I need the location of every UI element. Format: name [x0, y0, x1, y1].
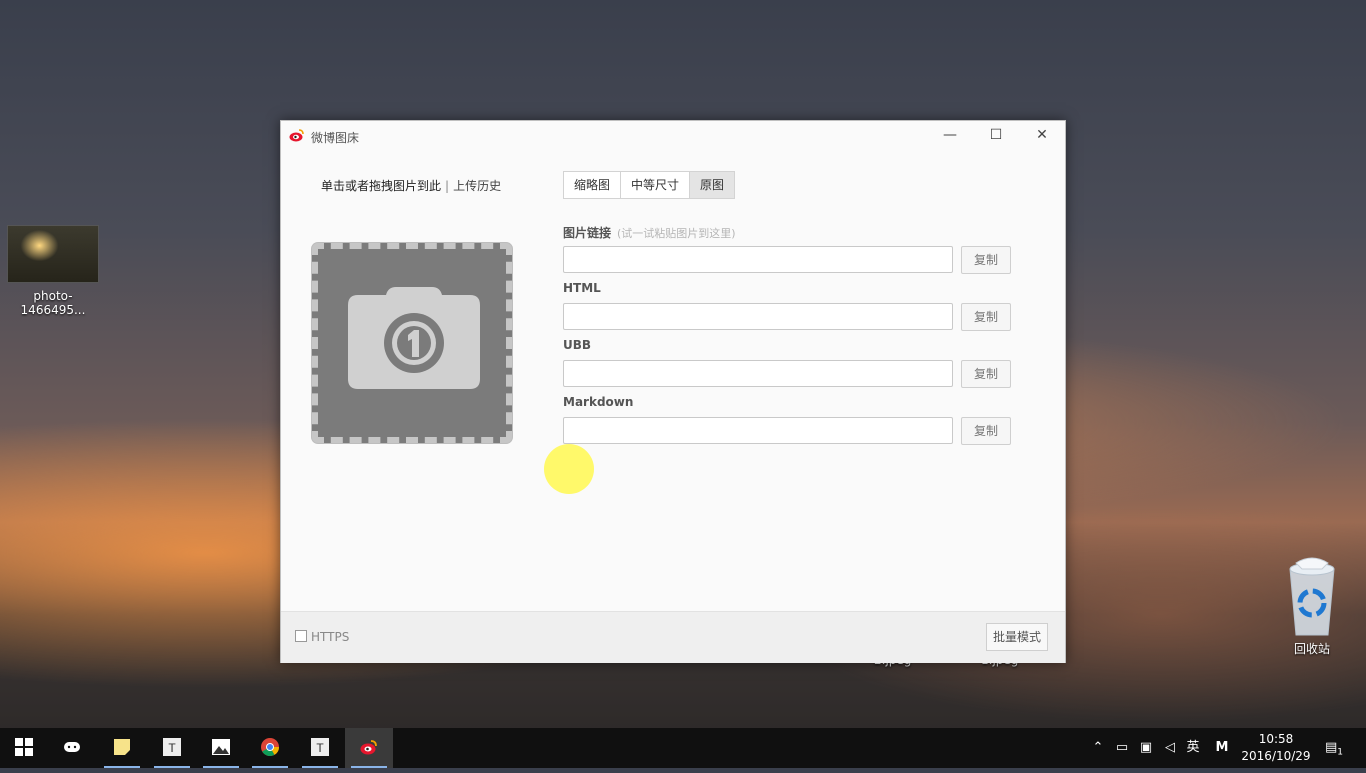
html-field[interactable] [563, 303, 953, 330]
svg-text:T: T [316, 741, 324, 755]
photo-thumbnail [7, 225, 99, 283]
clock-date: 2016/10/29 [1241, 749, 1311, 763]
image-size-tabs: 缩略图 中等尺寸 原图 [563, 171, 736, 199]
ime-mode-indicator[interactable]: M [1212, 728, 1232, 768]
taskbar-photos[interactable] [197, 728, 245, 768]
image-link-field[interactable] [563, 246, 953, 273]
https-checkbox-box[interactable] [295, 630, 307, 642]
system-clock[interactable]: 10:58 2016/10/29 [1236, 731, 1316, 765]
ime-language-indicator[interactable]: 英 [1184, 728, 1202, 768]
taskbar-typora[interactable]: T [148, 728, 196, 768]
taskbar-weibo[interactable] [345, 728, 393, 768]
app-window: 微博图床 — ☐ ✕ 单击或者拖拽图片到此 | 上传历史 缩略图 中等尺寸 原图 图… [280, 120, 1066, 663]
svg-text:T: T [168, 741, 176, 755]
window-footer: HTTPS 批量模式 [281, 611, 1065, 663]
desktop-photo-label: photo-1466495... [20, 289, 86, 317]
upload-history-link[interactable]: 上传历史 [453, 179, 501, 193]
windows-start-icon [15, 738, 33, 756]
image-drop-zone[interactable] [312, 243, 512, 443]
sticky-notes-icon [114, 739, 130, 755]
recycle-bin-label: 回收站 [1293, 642, 1330, 656]
start-button[interactable] [0, 728, 48, 768]
copy-image-link-button[interactable]: 复制 [961, 246, 1011, 274]
typora-icon: T [163, 738, 181, 756]
cortana-button[interactable] [48, 728, 96, 768]
drop-hint-text[interactable]: 单击或者拖拽图片到此 [321, 179, 441, 193]
notification-count: 1 [1337, 747, 1344, 758]
upload-hint: 单击或者拖拽图片到此 | 上传历史 [321, 177, 501, 194]
image-link-label: 图片链接 (试一试粘贴图片到这里) [563, 224, 736, 241]
camera-icon [348, 287, 480, 389]
copy-markdown-button[interactable]: 复制 [961, 417, 1011, 445]
network-icon[interactable]: ▣ [1136, 728, 1156, 768]
recycle-bin-icon[interactable]: 回收站 [1270, 555, 1354, 657]
typora-icon: T [311, 738, 329, 756]
markdown-label: Markdown [563, 395, 634, 409]
notification-icon: ▤ [1324, 740, 1338, 755]
title-bar[interactable]: 微博图床 — ☐ ✕ [281, 121, 1065, 151]
maximize-button[interactable]: ☐ [973, 121, 1019, 151]
https-label: HTTPS [311, 630, 350, 644]
taskbar-chrome[interactable] [246, 728, 294, 768]
hint-separator: | [445, 179, 450, 193]
paste-hint: (试一试粘贴图片到这里) [617, 227, 736, 240]
minimize-button[interactable]: — [927, 121, 973, 151]
battery-icon[interactable]: ▭ [1112, 728, 1132, 768]
volume-icon[interactable]: ◁ [1160, 728, 1180, 768]
tab-original[interactable]: 原图 [690, 172, 735, 198]
taskbar-sticky-notes[interactable] [98, 728, 146, 768]
ubb-field[interactable] [563, 360, 953, 387]
chrome-icon [261, 738, 279, 756]
close-button[interactable]: ✕ [1019, 121, 1065, 151]
clock-time: 10:58 [1258, 732, 1294, 746]
https-checkbox[interactable]: HTTPS [295, 630, 349, 644]
mouse-cursor-highlight [544, 444, 594, 494]
weibo-logo-icon [289, 129, 304, 142]
cortana-icon [64, 742, 80, 752]
html-label: HTML [563, 281, 601, 295]
photos-icon [212, 739, 230, 755]
window-title: 微博图床 [311, 131, 360, 145]
recycle-bin-graphic [1289, 557, 1335, 636]
tray-chevron-up-icon[interactable]: ⌃ [1090, 728, 1106, 768]
tab-medium-size[interactable]: 中等尺寸 [621, 172, 691, 198]
action-center-button[interactable]: ▤1 [1322, 728, 1346, 768]
markdown-field[interactable] [563, 417, 953, 444]
copy-ubb-button[interactable]: 复制 [961, 360, 1011, 388]
taskbar: T T ⌃ ▭ ▣ ◁ 英 M 10:58 2016/10/29 ▤1 [0, 728, 1366, 768]
weibo-icon [360, 740, 377, 755]
batch-mode-button[interactable]: 批量模式 [986, 623, 1048, 651]
taskbar-typora-2[interactable]: T [296, 728, 344, 768]
ubb-label: UBB [563, 338, 592, 352]
tab-thumbnail[interactable]: 缩略图 [564, 172, 622, 198]
copy-html-button[interactable]: 复制 [961, 303, 1011, 331]
image-link-label-text: 图片链接 [563, 226, 612, 240]
desktop-photo-icon[interactable]: photo-1466495... [3, 225, 103, 317]
